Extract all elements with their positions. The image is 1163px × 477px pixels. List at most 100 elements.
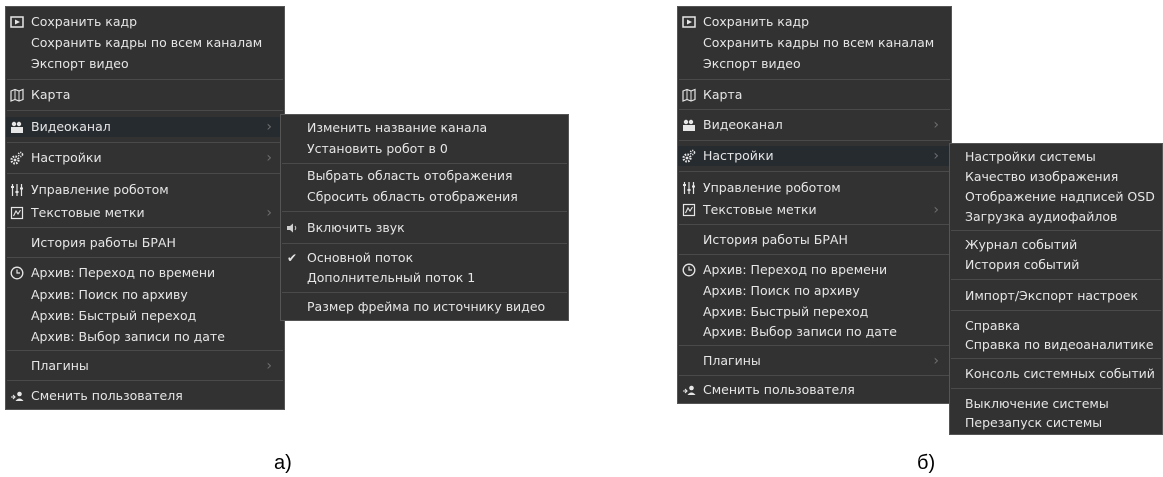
menu-item-archive-quick[interactable]: Архив: Быстрый переход — [6, 306, 284, 326]
menu-separator — [679, 375, 950, 376]
menu-separator — [7, 227, 283, 228]
submenu-item-label: Качество изображения — [965, 169, 1119, 184]
menu-separator — [7, 110, 283, 111]
menu-item-label: Архив: Поиск по архиву — [31, 287, 188, 302]
menu-item-export-video[interactable]: Экспорт видео — [6, 54, 284, 74]
menu-item-label: Архив: Быстрый переход — [31, 308, 197, 323]
menu-item-video-channel[interactable]: Видеоканал › — [678, 115, 951, 135]
menu-item-archive-time[interactable]: Архив: Переход по времени — [6, 263, 284, 283]
menu-item-label: Настройки — [703, 148, 774, 163]
menu-item-plugins[interactable]: Плагины › — [6, 356, 284, 376]
submenu-separator — [282, 163, 567, 164]
submenu-item-event-console[interactable]: Консоль системных событий — [950, 364, 1162, 384]
submenu-item-event-history[interactable]: История событий — [950, 255, 1162, 275]
submenu-item-event-log[interactable]: Журнал событий — [950, 235, 1162, 255]
menu-item-archive-search[interactable]: Архив: Поиск по архиву — [678, 281, 951, 301]
submenu-separator — [951, 230, 1161, 231]
submenu-item-main-stream[interactable]: ✔ Основной поток — [281, 248, 568, 268]
menu-item-plugins[interactable]: Плагины › — [678, 351, 951, 371]
menu-item-export-video[interactable]: Экспорт видео — [678, 54, 951, 74]
submenu-item-system-settings[interactable]: Настройки системы — [950, 147, 1162, 167]
menu-item-map[interactable]: Карта — [678, 85, 951, 105]
menu-item-switch-user[interactable]: Сменить пользователя — [6, 386, 284, 406]
menu-item-label: Сменить пользователя — [31, 388, 183, 403]
map-icon — [682, 88, 696, 102]
submenu-item-frame-size[interactable]: Размер фрейма по источнику видео — [281, 297, 568, 317]
chevron-right-icon: › — [266, 119, 272, 135]
submenu-item-label: Справка — [965, 318, 1021, 333]
menu-item-bran-history[interactable]: История работы БРАН — [678, 230, 951, 250]
submenu-item-label: Размер фрейма по источнику видео — [307, 299, 546, 314]
submenu-separator — [951, 310, 1161, 311]
submenu-item-image-quality[interactable]: Качество изображения — [950, 167, 1162, 187]
menu-item-label: Архив: Поиск по архиву — [703, 283, 860, 298]
menu-separator — [7, 257, 283, 258]
menu-separator — [679, 345, 950, 346]
menu-separator — [7, 142, 283, 143]
submenu-item-label: Основной поток — [307, 250, 414, 265]
menu-item-text-labels[interactable]: Текстовые метки › — [678, 200, 951, 220]
menu-item-settings[interactable]: Настройки › — [678, 146, 951, 166]
menu-item-save-frame[interactable]: Сохранить кадр — [6, 12, 284, 32]
menu-item-label: Архив: Быстрый переход — [703, 304, 869, 319]
map-icon — [10, 88, 24, 102]
submenu-item-import-export[interactable]: Импорт/Экспорт настроек — [950, 286, 1162, 306]
chevron-right-icon: › — [933, 148, 939, 164]
menu-item-settings[interactable]: Настройки › — [6, 148, 284, 168]
menu-item-save-frames-all[interactable]: Сохранить кадры по всем каналам — [6, 33, 284, 53]
menu-item-bran-history[interactable]: История работы БРАН — [6, 233, 284, 253]
menu-item-archive-search[interactable]: Архив: Поиск по архиву — [6, 285, 284, 305]
menu-item-text-labels[interactable]: Текстовые метки › — [6, 203, 284, 223]
video-camera-icon — [683, 119, 695, 131]
menu-separator — [679, 79, 950, 80]
submenu-item-select-area[interactable]: Выбрать область отображения — [281, 166, 568, 186]
submenu-item-rename-channel[interactable]: Изменить название канала — [281, 118, 568, 138]
menu-item-save-frames-all[interactable]: Сохранить кадры по всем каналам — [678, 33, 951, 53]
video-channel-submenu: Изменить название канала Установить робо… — [280, 114, 569, 321]
chevron-right-icon: › — [933, 202, 939, 218]
menu-item-robot-control[interactable]: Управление роботом — [6, 180, 284, 200]
menu-item-label: Плагины — [703, 353, 761, 368]
submenu-item-label: Установить робот в 0 — [307, 141, 448, 156]
submenu-separator — [951, 279, 1161, 280]
menu-item-label: Плагины — [31, 358, 89, 373]
checkmark-icon: ✔ — [286, 251, 298, 265]
submenu-item-label: Справка по видеоаналитике — [965, 337, 1154, 352]
menu-item-archive-date[interactable]: Архив: Выбор записи по дате — [6, 327, 284, 347]
submenu-item-label: Выбрать область отображения — [307, 168, 513, 183]
menu-item-label: Карта — [31, 87, 71, 102]
submenu-item-sound-on[interactable]: Включить звук — [281, 218, 568, 238]
menu-item-label: Сохранить кадры по всем каналам — [703, 35, 935, 50]
submenu-item-label: Консоль системных событий — [965, 366, 1155, 381]
menu-item-label: Видеоканал — [703, 117, 783, 132]
menu-item-label: Экспорт видео — [31, 56, 129, 71]
submenu-item-label: Перезапуск системы — [965, 415, 1103, 430]
submenu-item-restart[interactable]: Перезапуск системы — [950, 413, 1162, 433]
menu-item-save-frame[interactable]: Сохранить кадр — [678, 12, 951, 32]
menu-item-video-channel[interactable]: Видеоканал › — [6, 117, 284, 137]
context-menu-b: Сохранить кадр Сохранить кадры по всем к… — [677, 6, 952, 404]
menu-item-switch-user[interactable]: Сменить пользователя — [678, 380, 951, 400]
submenu-item-video-analytics-help[interactable]: Справка по видеоаналитике — [950, 335, 1162, 355]
submenu-item-shutdown[interactable]: Выключение системы — [950, 394, 1162, 414]
menu-item-archive-quick[interactable]: Архив: Быстрый переход — [678, 302, 951, 322]
menu-item-map[interactable]: Карта — [6, 85, 284, 105]
submenu-separator — [282, 243, 567, 244]
menu-item-label: Архив: Выбор записи по дате — [31, 329, 225, 344]
submenu-item-extra-stream[interactable]: Дополнительный поток 1 — [281, 268, 568, 288]
submenu-item-help[interactable]: Справка — [950, 316, 1162, 336]
submenu-item-audio-upload[interactable]: Загрузка аудиофайлов — [950, 207, 1162, 227]
menu-item-archive-date[interactable]: Архив: Выбор записи по дате — [678, 322, 951, 342]
sliders-icon — [683, 182, 695, 194]
submenu-item-robot-zero[interactable]: Установить робот в 0 — [281, 139, 568, 159]
menu-item-label: Экспорт видео — [703, 56, 801, 71]
submenu-item-reset-area[interactable]: Сбросить область отображения — [281, 187, 568, 207]
menu-item-archive-time[interactable]: Архив: Переход по времени — [678, 260, 951, 280]
sliders-icon — [11, 184, 23, 196]
switch-user-icon — [683, 385, 696, 395]
menu-item-robot-control[interactable]: Управление роботом — [678, 178, 951, 198]
submenu-item-label: Выключение системы — [965, 396, 1109, 411]
submenu-item-osd-display[interactable]: Отображение надписей OSD — [950, 187, 1162, 207]
menu-separator — [7, 380, 283, 381]
menu-item-label: Карта — [703, 87, 743, 102]
